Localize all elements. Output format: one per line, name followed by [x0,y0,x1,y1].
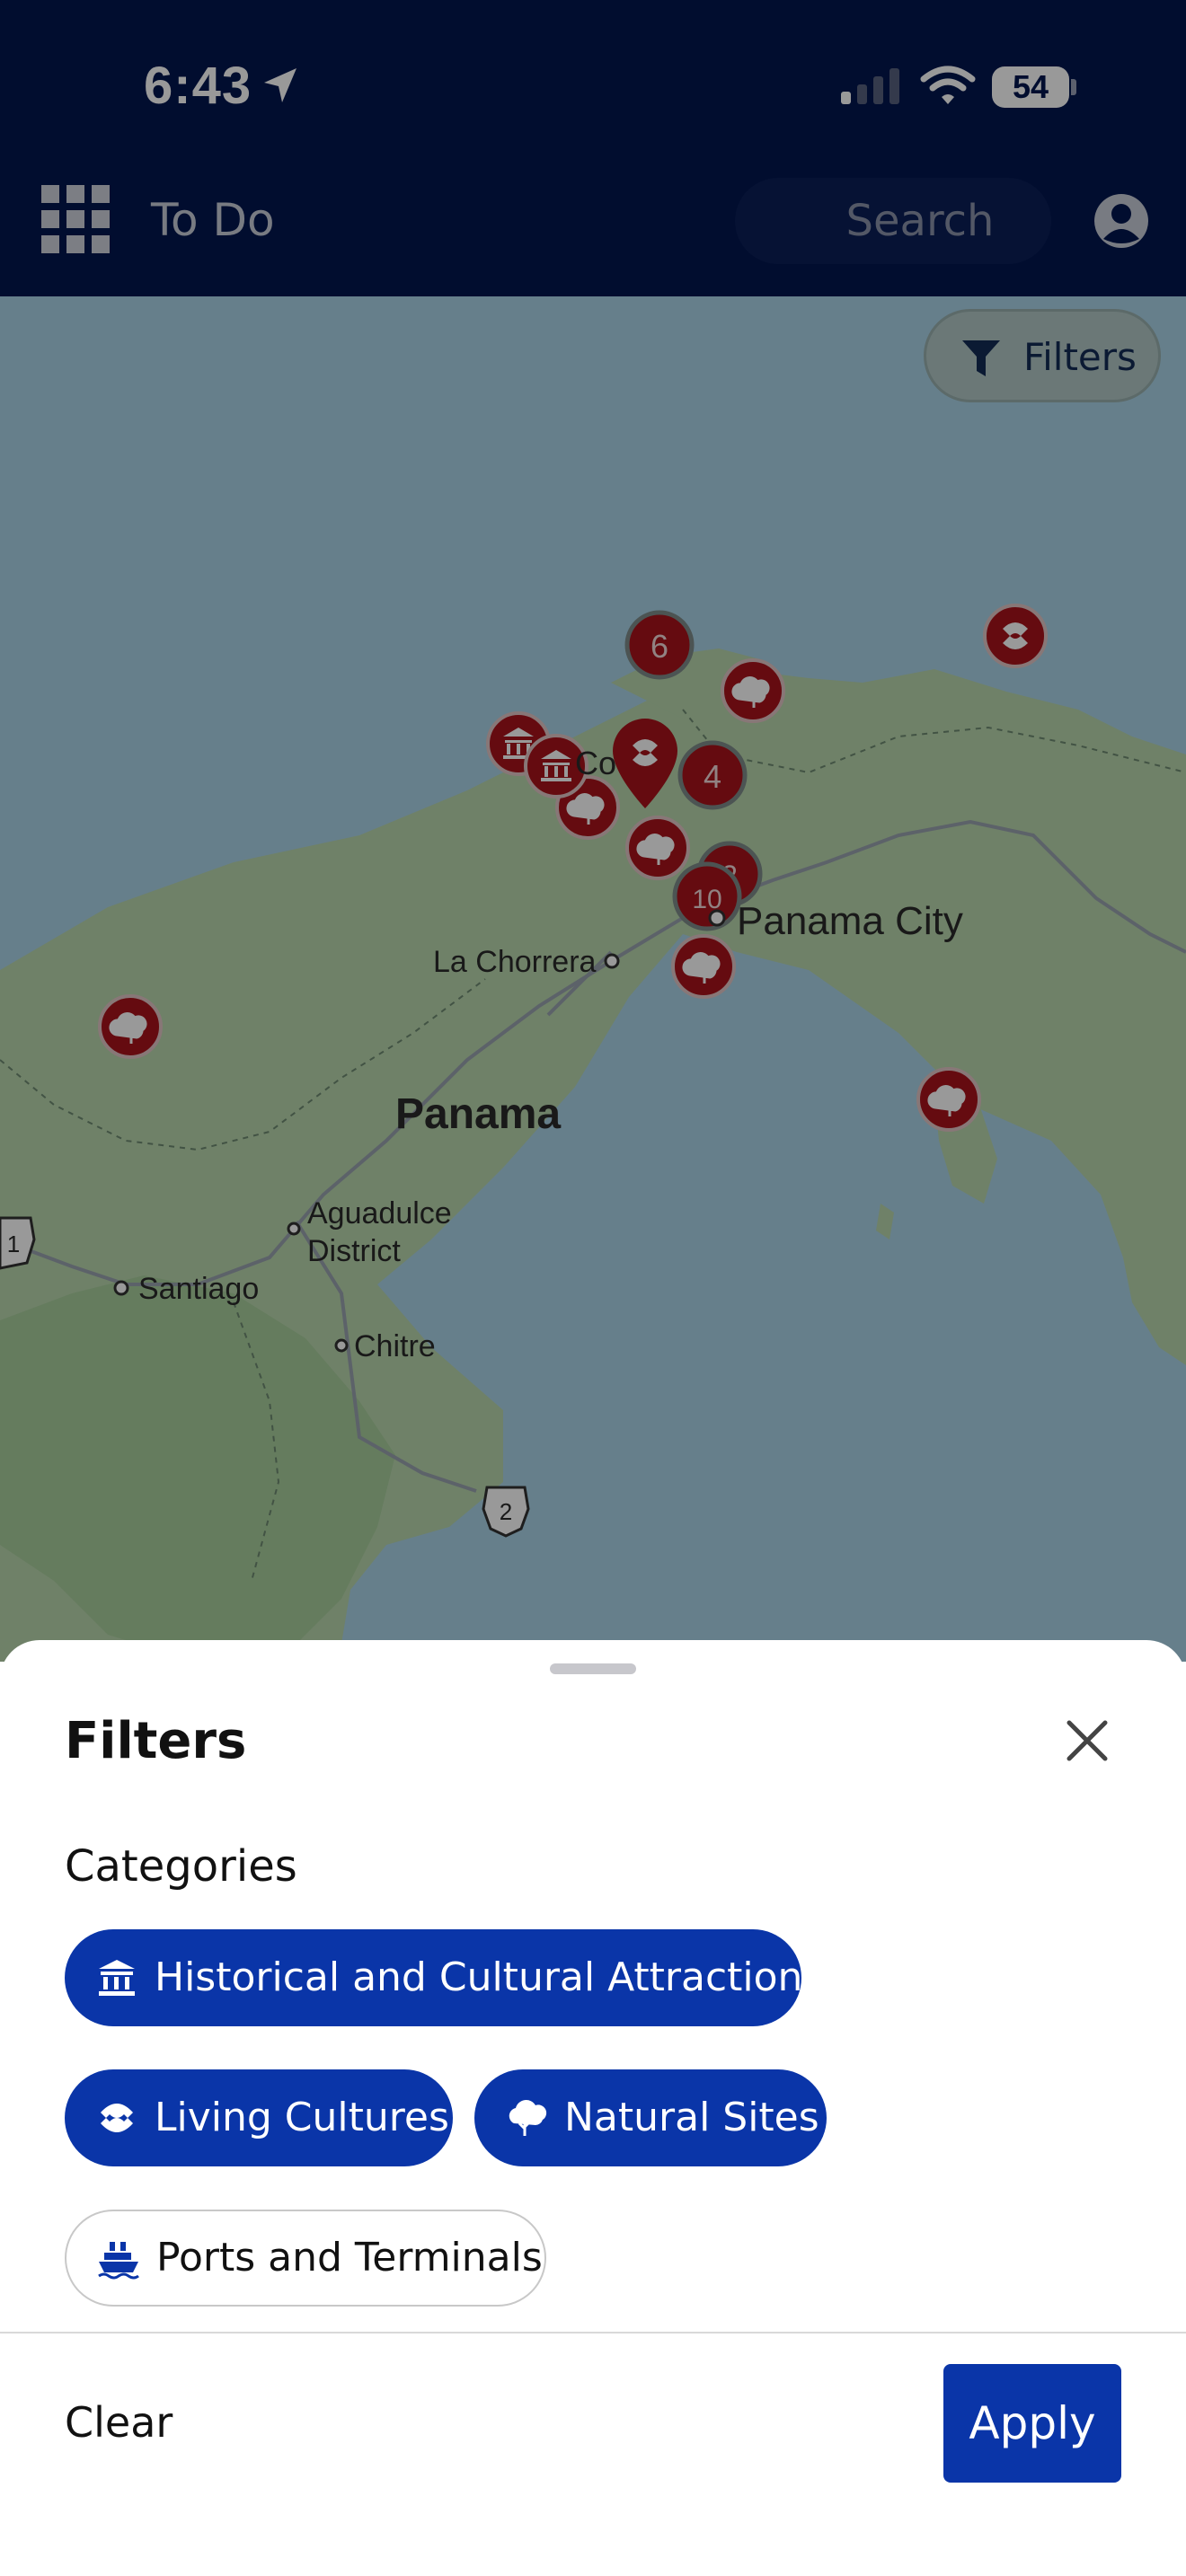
living-cultures-icon [101,2104,133,2132]
chip-living-cultures[interactable]: Living Cultures [65,2069,453,2166]
map-filters-label: Filters [1023,335,1137,379]
chip-ports-terminals[interactable]: Ports and Terminals [65,2210,546,2307]
clear-button[interactable]: Clear [65,2398,173,2447]
filters-sheet: Filters Categories Historical and Cultur… [0,1640,1186,2576]
chip-label: Historical and Cultural Attractions [155,1954,824,2000]
museum-icon [99,1960,135,1996]
categories-heading: Categories [65,1841,297,1892]
close-icon[interactable] [1058,1712,1116,1769]
chip-label: Natural Sites [564,2095,819,2140]
sheet-divider [0,2332,1186,2333]
funnel-icon [962,340,1000,376]
ship-icon [98,2242,139,2280]
map-filters-button[interactable]: Filters [924,309,1161,402]
chip-label: Living Cultures [155,2095,449,2140]
modal-backdrop[interactable] [0,0,1186,1662]
chip-historical-cultural[interactable]: Historical and Cultural Attractions [65,1929,823,2026]
apply-button[interactable]: Apply [943,2364,1121,2483]
chip-label: Ports and Terminals [156,2235,543,2280]
tree-icon [509,2100,547,2136]
chip-natural-sites[interactable]: Natural Sites [474,2069,827,2166]
sheet-title: Filters [65,1712,247,1770]
sheet-grabber[interactable] [550,1663,636,1674]
